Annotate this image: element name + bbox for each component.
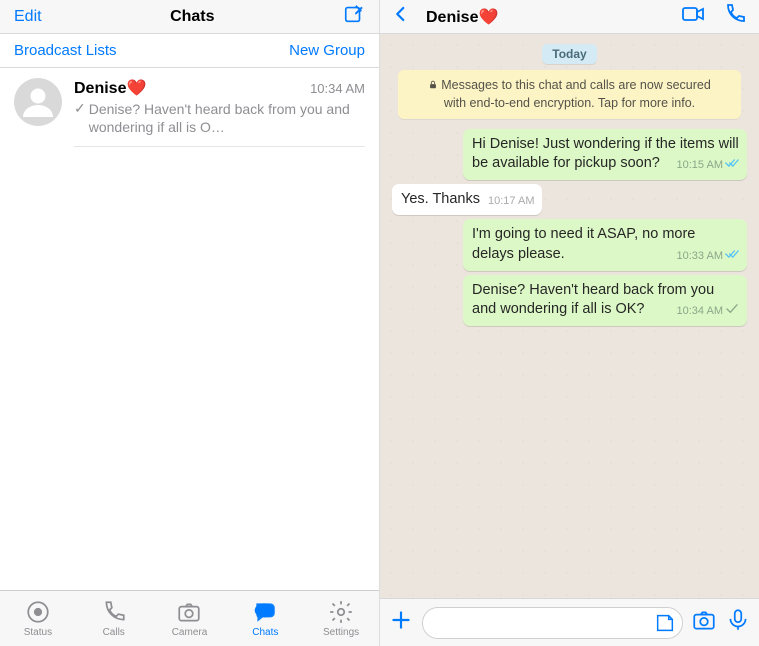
broadcast-lists-link[interactable]: Broadcast Lists <box>14 42 117 59</box>
message-row: Denise? Haven't heard back from you and … <box>392 275 747 326</box>
tab-camera[interactable]: Camera <box>152 591 228 646</box>
conversation-body[interactable]: Today Messages to this chat and calls ar… <box>380 34 759 598</box>
outgoing-message-bubble[interactable]: I'm going to need it ASAP, no more delay… <box>463 219 747 270</box>
chat-preview: Denise? Haven't heard back from you and … <box>89 100 365 136</box>
message-row: I'm going to need it ASAP, no more delay… <box>392 219 747 270</box>
message-meta: 10:17 AM <box>488 194 534 209</box>
read-ticks-icon <box>725 158 739 173</box>
chats-list-panel: Edit Chats Broadcast Lists New Group Den… <box>0 0 380 646</box>
chats-navbar: Edit Chats <box>0 0 379 34</box>
message-input[interactable] <box>422 607 683 639</box>
edit-button[interactable]: Edit <box>14 8 42 26</box>
message-time: 10:34 AM <box>677 304 723 319</box>
tab-chats[interactable]: Chats <box>227 591 303 646</box>
tab-status[interactable]: Status <box>0 591 76 646</box>
conversation-title[interactable]: Denise❤️ <box>426 7 671 27</box>
conversation-navbar: Denise❤️ <box>380 0 759 34</box>
voice-call-icon[interactable] <box>723 2 747 31</box>
compose-icon[interactable] <box>343 3 365 30</box>
message-text: I'm going to need it ASAP, no more delay… <box>472 226 695 262</box>
back-button[interactable] <box>392 5 410 28</box>
incoming-message-bubble[interactable]: Yes. Thanks 10:17 AM <box>392 184 542 216</box>
chat-info: Denise❤️ 10:34 AM ✓ Denise? Haven't hear… <box>74 78 365 147</box>
chat-list: Denise❤️ 10:34 AM ✓ Denise? Haven't hear… <box>0 68 379 590</box>
outgoing-message-bubble[interactable]: Denise? Haven't heard back from you and … <box>463 275 747 326</box>
attach-button[interactable] <box>388 607 414 638</box>
encryption-notice-text: Messages to this chat and calls are now … <box>441 78 711 110</box>
message-time: 10:17 AM <box>488 194 534 209</box>
avatar <box>14 78 62 126</box>
tabbar: Status Calls Camera Chats Settings <box>0 590 379 646</box>
chat-name: Denise❤️ <box>74 78 146 98</box>
encryption-notice[interactable]: Messages to this chat and calls are now … <box>398 70 741 119</box>
message-meta: 10:34 AM <box>677 304 739 319</box>
read-ticks-icon <box>725 249 739 264</box>
outgoing-message-bubble[interactable]: Hi Denise! Just wondering if the items w… <box>463 129 747 180</box>
message-time: 10:15 AM <box>677 158 723 173</box>
chat-list-item[interactable]: Denise❤️ 10:34 AM ✓ Denise? Haven't hear… <box>0 68 379 159</box>
sticker-icon[interactable] <box>654 612 676 639</box>
camera-icon[interactable] <box>691 607 717 638</box>
message-meta: 10:15 AM <box>677 158 739 173</box>
tab-calls-label: Calls <box>103 627 125 638</box>
chats-title: Chats <box>170 8 214 26</box>
microphone-icon[interactable] <box>725 607 751 638</box>
conversation-panel: Denise❤️ Today Messages to this chat and… <box>380 0 759 646</box>
message-row: Yes. Thanks 10:17 AM <box>392 184 747 216</box>
new-group-link[interactable]: New Group <box>289 42 365 59</box>
lock-icon <box>428 78 438 95</box>
chats-subheader: Broadcast Lists New Group <box>0 34 379 68</box>
message-row: Hi Denise! Just wondering if the items w… <box>392 129 747 180</box>
date-badge: Today <box>542 44 596 64</box>
message-text: Yes. Thanks <box>401 191 480 207</box>
message-meta: 10:33 AM <box>677 249 739 264</box>
message-time: 10:33 AM <box>677 249 723 264</box>
tab-calls[interactable]: Calls <box>76 591 152 646</box>
video-call-icon[interactable] <box>681 2 705 31</box>
sent-tick-icon <box>725 304 739 319</box>
tab-settings-label: Settings <box>323 627 359 638</box>
chat-time: 10:34 AM <box>310 81 365 96</box>
tab-settings[interactable]: Settings <box>303 591 379 646</box>
tab-status-label: Status <box>24 627 52 638</box>
status-tick-icon: ✓ <box>74 100 86 117</box>
tab-camera-label: Camera <box>172 627 208 638</box>
tab-chats-label: Chats <box>252 627 278 638</box>
message-input-bar <box>380 598 759 646</box>
